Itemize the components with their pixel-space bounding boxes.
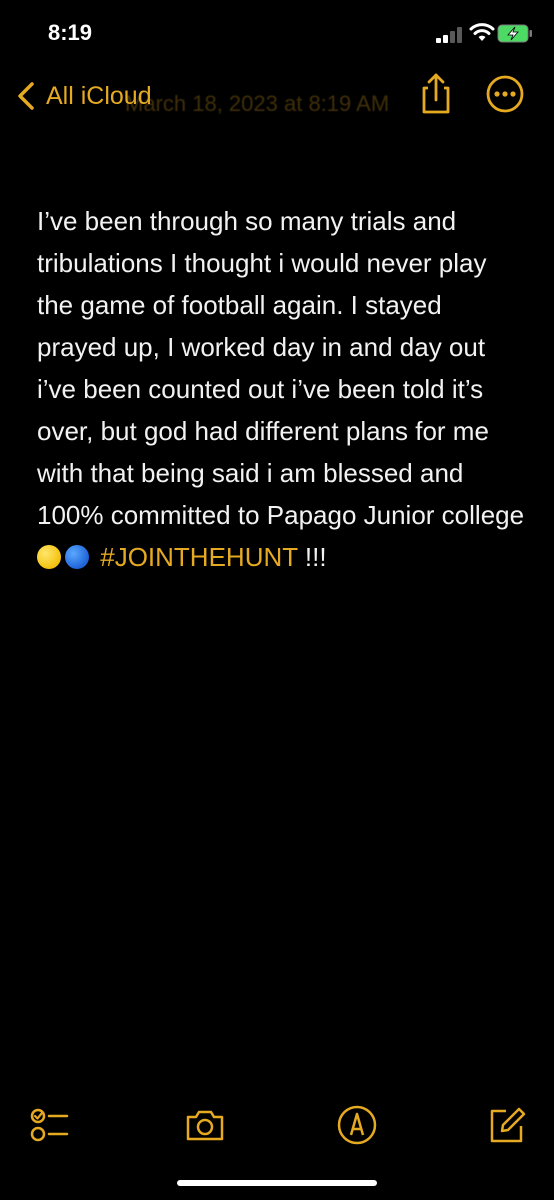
trailing-text: !!! xyxy=(297,542,327,572)
share-icon[interactable] xyxy=(416,72,456,116)
home-indicator[interactable] xyxy=(177,1180,377,1186)
compose-icon[interactable] xyxy=(486,1104,528,1146)
camera-icon[interactable] xyxy=(184,1104,226,1146)
back-button[interactable]: All iCloud xyxy=(14,76,152,116)
navigation-bar: March 18, 2023 at 8:19 AM All iCloud xyxy=(0,70,554,120)
note-date: March 18, 2023 at 8:19 AM xyxy=(125,91,390,116)
status-time: 8:19 xyxy=(48,20,93,45)
chevron-left-icon xyxy=(18,82,34,110)
note-text: I’ve been through so many trials and tri… xyxy=(37,206,525,530)
hashtag-link[interactable]: #JOINTHEHUNT xyxy=(100,542,297,572)
more-options-icon[interactable] xyxy=(485,74,525,114)
status-bar: 8:19 xyxy=(0,0,554,70)
back-label: All iCloud xyxy=(46,81,152,110)
markup-icon[interactable] xyxy=(336,1104,378,1146)
battery-charging-icon xyxy=(497,24,532,43)
note-body[interactable]: I’ve been through so many trials and tri… xyxy=(37,200,527,578)
wifi-icon xyxy=(469,23,495,41)
cellular-signal-icon xyxy=(436,27,462,43)
checklist-icon[interactable] xyxy=(29,1104,71,1146)
bottom-toolbar xyxy=(0,1100,554,1150)
yellow-circle-emoji xyxy=(37,545,61,569)
blue-circle-emoji xyxy=(65,545,89,569)
